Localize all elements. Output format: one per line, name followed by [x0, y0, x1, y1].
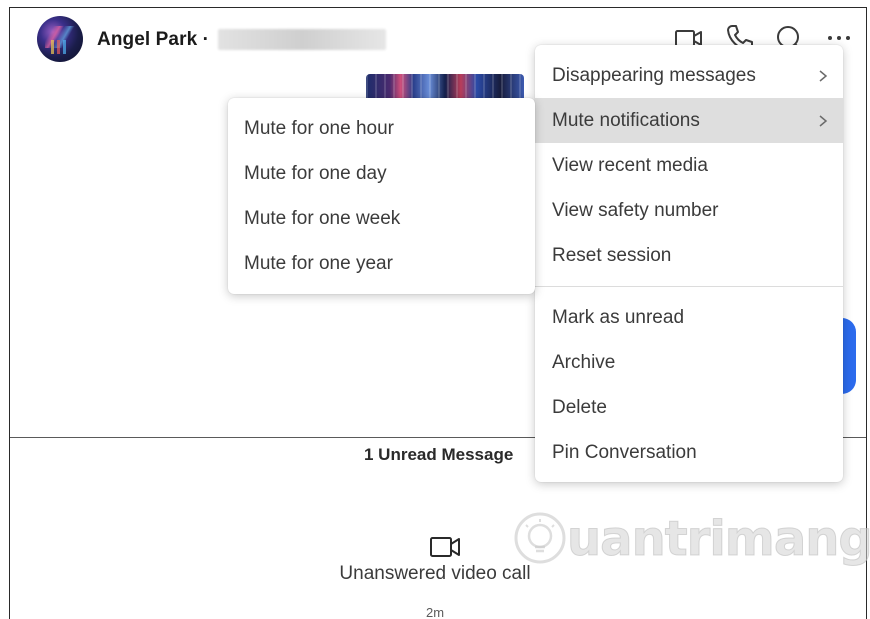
menu-item-label: Pin Conversation [552, 442, 697, 463]
menu-item-label: View safety number [552, 200, 719, 221]
chevron-right-icon [819, 70, 828, 82]
submenu-item-label: Mute for one day [244, 163, 387, 184]
submenu-item-mute-week[interactable]: Mute for one week [228, 196, 535, 241]
submenu-item-mute-hour[interactable]: Mute for one hour [228, 106, 535, 151]
mute-submenu: Mute for one hour Mute for one day Mute … [228, 98, 535, 294]
submenu-item-label: Mute for one week [244, 208, 401, 229]
menu-item-label: Disappearing messages [552, 65, 756, 86]
submenu-item-label: Mute for one year [244, 253, 393, 274]
video-camera-icon [429, 534, 463, 560]
menu-item-label: Reset session [552, 245, 672, 266]
watermark-text: uantrimang [567, 511, 870, 568]
menu-item-label: Mute notifications [552, 110, 700, 131]
menu-item-mark-as-unread[interactable]: Mark as unread [535, 295, 843, 340]
menu-item-label: Mark as unread [552, 307, 685, 328]
menu-item-delete[interactable]: Delete [535, 385, 843, 430]
menu-item-view-recent-media[interactable]: View recent media [535, 143, 843, 188]
menu-item-archive[interactable]: Archive [535, 340, 843, 385]
submenu-item-label: Mute for one hour [244, 118, 394, 139]
conversation-menu: Disappearing messages Mute notifications… [535, 45, 843, 482]
menu-item-label: Archive [552, 352, 616, 373]
contact-name[interactable]: Angel Park · [97, 29, 209, 51]
menu-item-pin-conversation[interactable]: Pin Conversation [535, 430, 843, 475]
menu-item-label: View recent media [552, 155, 708, 176]
contact-avatar[interactable] [37, 16, 83, 62]
menu-item-view-safety-number[interactable]: View safety number [535, 188, 843, 233]
menu-separator [535, 286, 843, 287]
submenu-item-mute-year[interactable]: Mute for one year [228, 241, 535, 286]
redacted-phone-number [218, 29, 386, 50]
menu-item-reset-session[interactable]: Reset session [535, 233, 843, 278]
menu-item-mute-notifications[interactable]: Mute notifications [535, 98, 843, 143]
chevron-right-icon [819, 115, 828, 127]
menu-item-label: Delete [552, 397, 607, 418]
submenu-item-mute-day[interactable]: Mute for one day [228, 151, 535, 196]
menu-item-disappearing-messages[interactable]: Disappearing messages [535, 53, 843, 98]
unread-message-label: 1 Unread Message [364, 445, 514, 464]
watermark-logo: uantrimang [512, 503, 870, 573]
watermark-bulb-icon [514, 512, 566, 564]
call-timestamp: 2m [425, 605, 445, 619]
